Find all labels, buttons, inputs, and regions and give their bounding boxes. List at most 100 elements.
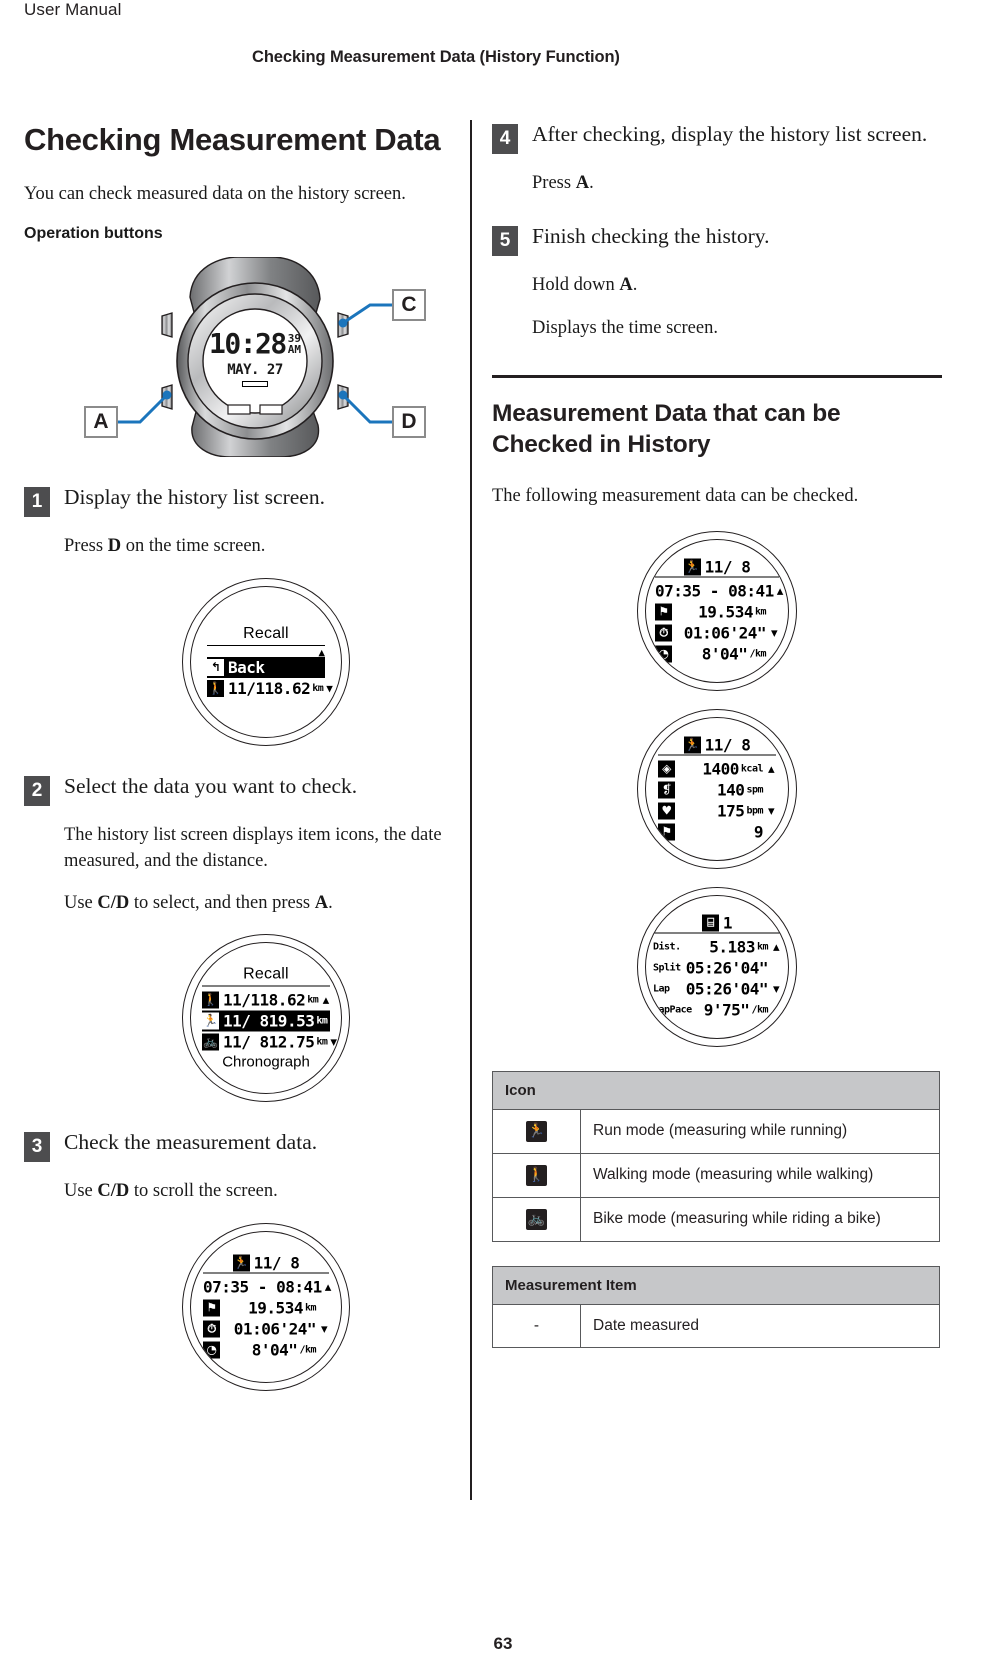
run-icon: 🏃 bbox=[526, 1120, 547, 1142]
watch-meridiem: AM bbox=[287, 342, 302, 356]
detail-screen-3: ⌸ 1 Dist. 5.183 km ▲ Split 05:26'04" Lap… bbox=[637, 886, 797, 1047]
run-icon: 🏃 bbox=[683, 736, 701, 754]
icon-table-header-row: Icon bbox=[492, 1070, 940, 1110]
flag-icon: ⚑ bbox=[655, 603, 672, 621]
detail-3-row-1-arrow: ▲ bbox=[772, 940, 780, 954]
step-3-row-3-value: 01:06'24" bbox=[233, 1319, 317, 1339]
run-icon: 🏃 bbox=[232, 1254, 250, 1272]
page-number: 63 bbox=[493, 1634, 513, 1653]
page-title: Checking Measurement Data bbox=[24, 122, 441, 157]
step-5-number: 5 bbox=[492, 226, 518, 257]
detail-3-row-3: Lap 05:26'04" ▼ bbox=[653, 978, 781, 999]
section-rule bbox=[492, 374, 942, 378]
step-1-screen: Recall ▲ ↰ Back 🚶 11/11 8.62 km ▼ bbox=[182, 577, 350, 746]
step-1-row-entry: 🚶 11/11 8.62 km ▼ bbox=[207, 678, 333, 699]
step-2-key-2: A bbox=[314, 893, 329, 914]
detail-1-row-3-value: 01:06'24" bbox=[683, 623, 767, 643]
step-2-row-1-unit: km bbox=[307, 994, 319, 1006]
detail-2-header-date: 11/ 8 bbox=[704, 735, 751, 755]
item-table-header-row: Measurement Item bbox=[492, 1265, 940, 1305]
step-2-text-mid: to select, and then press bbox=[129, 893, 315, 914]
step-5-key: A bbox=[619, 275, 633, 296]
walk-icon: 🚶 bbox=[207, 679, 224, 697]
step-2-screen-footer: Chronograph bbox=[222, 1053, 310, 1071]
detail-3-row-4: LapPace 9'75" /km bbox=[653, 999, 781, 1020]
step-1-row-entry-label: 11/11 bbox=[228, 678, 274, 698]
detail-3-row-4-label: LapPace bbox=[653, 1004, 692, 1016]
callout-c: C bbox=[392, 289, 426, 322]
detail-2-row-1-unit: kcal bbox=[740, 763, 764, 775]
walk-icon: 🚶 bbox=[202, 991, 219, 1009]
step-1-row-back: ↰ Back bbox=[207, 656, 325, 678]
step-2-row-1-label: 11/11 bbox=[223, 990, 269, 1010]
watch-time-display: 10:28 39 AM MAY. 27 bbox=[209, 327, 302, 388]
detail-2-row-1-arrow: ▲ bbox=[767, 762, 775, 776]
step-4: 4 After checking, display the history li… bbox=[492, 120, 942, 154]
intro-paragraph: You can check measured data on the histo… bbox=[24, 184, 406, 205]
icon-table: Icon 🏃 Run mode (measuring while running… bbox=[492, 1070, 940, 1242]
detail-3-header-date: 1 bbox=[722, 913, 733, 933]
callout-a: A bbox=[84, 406, 118, 439]
step-2-row-1-value: 8.62 bbox=[268, 990, 306, 1010]
step-1-text-pre: Press bbox=[64, 536, 108, 557]
detail-3-row-3-label: Lap bbox=[653, 983, 670, 995]
step-4-key: A bbox=[575, 173, 590, 193]
icon-cell: 🚲 bbox=[492, 1196, 581, 1242]
steps-icon: ❡ bbox=[658, 781, 675, 799]
step-5: 5 Finish checking the history. bbox=[492, 222, 942, 257]
detail-2-row-1-value: 1400 bbox=[702, 759, 739, 779]
walk-icon: 🚶 bbox=[526, 1164, 547, 1186]
detail-1-row-4-value: 8'04" bbox=[701, 644, 748, 664]
step-2-row-3-value: 12.75 bbox=[268, 1032, 315, 1052]
step-2-row-3-label: 11/ 8 bbox=[223, 1032, 269, 1052]
step-2-key-1: C/D bbox=[97, 893, 130, 914]
icon-cell: 🚶 bbox=[492, 1152, 581, 1198]
stopwatch-icon: ⏱ bbox=[203, 1320, 220, 1338]
detail-2-row-3-value: 175 bbox=[717, 801, 745, 821]
step-3-row-3-arrow: ▼ bbox=[320, 1322, 328, 1336]
icon-cell: 🏃 bbox=[492, 1108, 581, 1154]
step-3-heading: Check the measurement data. bbox=[64, 1130, 318, 1155]
detail-1-row-4: ◔ 8'04" /km bbox=[655, 643, 779, 664]
step-3-row-1-arrow: ▲ bbox=[324, 1280, 332, 1294]
running-head-left: User Manual bbox=[24, 0, 122, 19]
step-3-text-post: to scroll the screen. bbox=[129, 1181, 278, 1202]
step-5-text-2: Displays the time screen. bbox=[532, 317, 718, 338]
item-table-row-1-description: Date measured bbox=[580, 1303, 940, 1348]
step-4-text-pre: Press bbox=[532, 173, 576, 193]
step-1-row-entry-value: 8.62 bbox=[273, 678, 311, 698]
right-column: 4 After checking, display the history li… bbox=[492, 120, 942, 1348]
step-1-row-entry-arrow: ▼ bbox=[326, 681, 333, 695]
icon-table-row-2-description: Walking mode (measuring while walking) bbox=[580, 1152, 940, 1198]
detail-1-row-1-value: 07:35 - 08:41 bbox=[655, 581, 774, 601]
detail-3-row-1-label: Dist. bbox=[653, 941, 681, 953]
icon-table-row-3-description: Bike mode (measuring while riding a bike… bbox=[580, 1196, 940, 1242]
detail-3-header: ⌸ 1 bbox=[653, 913, 781, 932]
detail-1-row-2: ⚑ 19.534 km bbox=[655, 601, 779, 622]
flag-icon: ⚑ bbox=[658, 823, 675, 841]
detail-2-row-4: ⚑ 9 bbox=[658, 821, 776, 842]
step-3-row-2: ⚑ 19.534 km bbox=[203, 1297, 329, 1318]
detail-1-header: 🏃 11/ 8 bbox=[655, 557, 779, 576]
watch-illustration: 10:28 39 AM MAY. 27 C A D bbox=[40, 256, 460, 459]
step-3-row-2-unit: km bbox=[304, 1302, 317, 1314]
section2-intro: The following measurement data can be ch… bbox=[492, 485, 859, 506]
step-3-screen-header: 🏃 11/ 8 bbox=[203, 1253, 329, 1272]
step-1-key: D bbox=[107, 536, 122, 557]
step-4-heading: After checking, display the history list… bbox=[532, 122, 928, 146]
detail-3-row-2-label: Split bbox=[653, 962, 681, 974]
step-2-screen: Recall 🚶 11/11 8.62 km ▲ 🏃 11/ 8 19.53 k… bbox=[182, 934, 350, 1103]
step-4-text-post: . bbox=[589, 173, 594, 193]
step-3-header-date: 11/ 8 bbox=[253, 1253, 300, 1273]
step-2-row-3: 🚲 11/ 8 12.75 km ▼ bbox=[202, 1032, 337, 1053]
detail-2-row-3-unit: bpm bbox=[746, 805, 763, 817]
detail-3-row-1-value: 5.183 bbox=[709, 937, 755, 957]
column-divider bbox=[470, 120, 472, 1500]
step-4-number: 4 bbox=[492, 124, 518, 154]
step-1-row-entry-unit: km bbox=[312, 682, 324, 694]
table-row: 🚶 Walking mode (measuring while walking) bbox=[492, 1152, 940, 1198]
heart-icon: ♥ bbox=[658, 802, 675, 820]
step-3-text-pre: Use bbox=[64, 1181, 98, 1202]
step-1-number: 1 bbox=[24, 487, 50, 518]
step-2-body: The history list screen displays item ic… bbox=[64, 822, 468, 1103]
